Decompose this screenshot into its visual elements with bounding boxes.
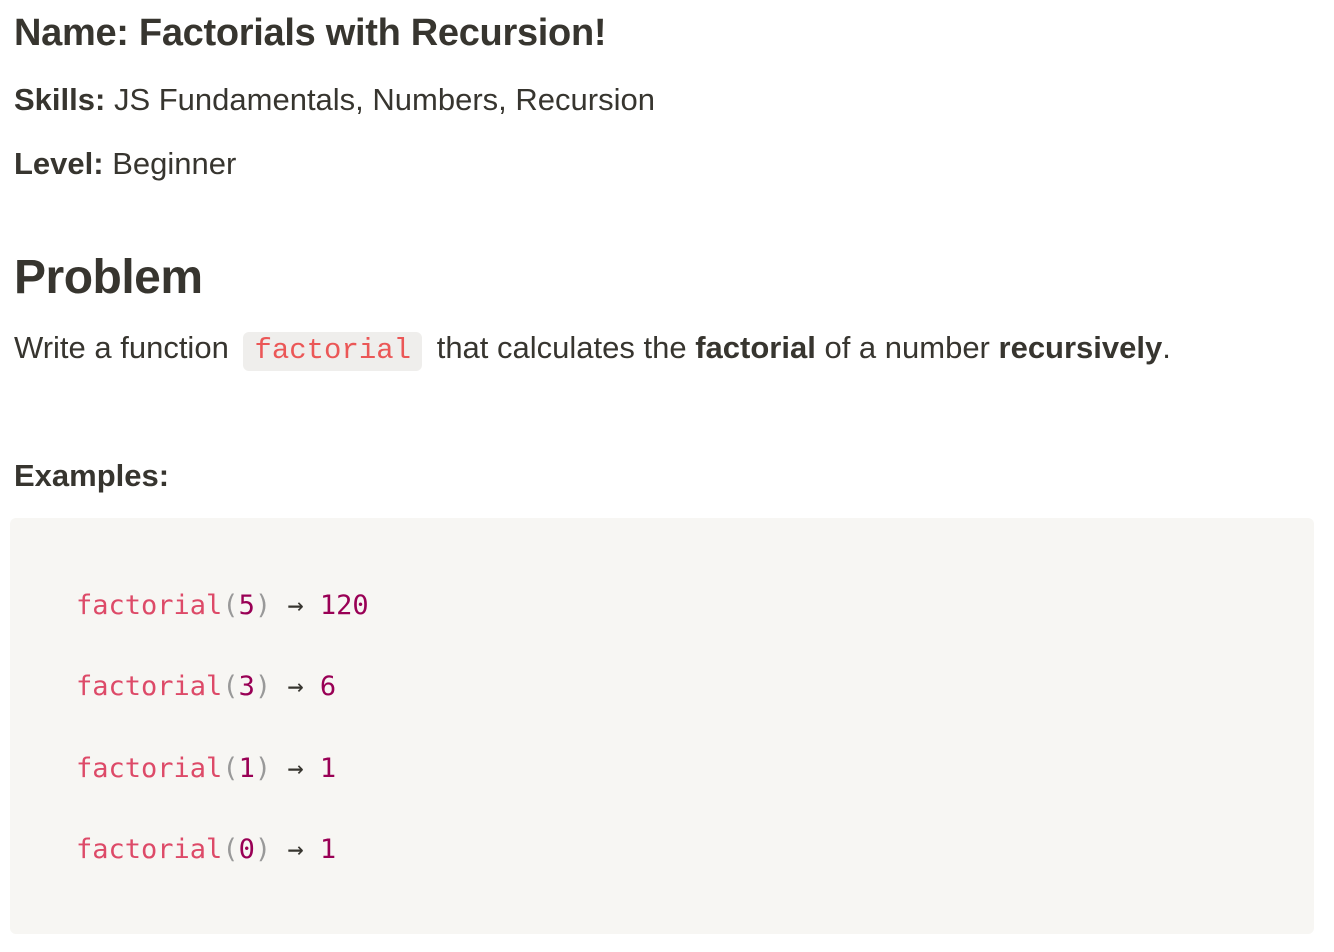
- name-value: Factorials with Recursion!: [138, 12, 607, 54]
- skills-line: Skills: JS Fundamentals, Numbers, Recurs…: [14, 82, 655, 118]
- inline-code-factorial: factorial: [243, 332, 423, 371]
- code-function: factorial: [76, 834, 223, 865]
- code-line: factorial(0) → 1: [76, 836, 336, 863]
- bold-term-factorial: factorial: [695, 330, 816, 365]
- problem-heading: Problem: [14, 251, 203, 304]
- level-line: Level: Beginner: [14, 146, 236, 182]
- code-close-paren: ): [254, 590, 272, 621]
- code-open-paren: (: [222, 834, 239, 865]
- code-result: 6: [319, 671, 337, 702]
- arrow-icon: →: [287, 834, 304, 865]
- arrow-icon: →: [287, 590, 304, 621]
- name-line: Name: Factorials with Recursion!: [14, 12, 607, 55]
- code-function: factorial: [76, 590, 223, 621]
- code-result: 1: [319, 753, 337, 784]
- code-argument: 1: [238, 753, 255, 784]
- arrow-icon: →: [287, 671, 304, 702]
- code-open-paren: (: [222, 671, 239, 702]
- code-argument: 5: [238, 590, 255, 621]
- problem-text-after-code: that calculates the: [436, 330, 687, 365]
- problem-text-end: .: [1162, 330, 1171, 365]
- code-result: 120: [319, 590, 369, 621]
- code-close-paren: ): [254, 753, 272, 784]
- level-label: Level:: [14, 146, 104, 181]
- problem-statement: Write a function factorial that calculat…: [14, 330, 1171, 371]
- code-argument: 0: [238, 834, 255, 865]
- code-close-paren: ): [254, 671, 272, 702]
- problem-text-before-code: Write a function: [14, 330, 229, 365]
- code-argument: 3: [238, 671, 255, 702]
- problem-text-middle: of a number: [824, 330, 990, 365]
- examples-heading: Examples:: [14, 458, 170, 493]
- name-label: Name:: [14, 12, 129, 54]
- code-line: factorial(5) → 120: [76, 592, 369, 619]
- page: Name: Factorials with Recursion! Skills:…: [0, 0, 1334, 952]
- code-open-paren: (: [222, 590, 239, 621]
- code-function: factorial: [76, 671, 223, 702]
- code-result: 1: [319, 834, 337, 865]
- skills-label: Skills:: [14, 82, 106, 117]
- code-line: factorial(1) → 1: [76, 755, 336, 782]
- bold-term-recursively: recursively: [998, 330, 1163, 365]
- skills-value: JS Fundamentals, Numbers, Recursion: [113, 82, 655, 117]
- level-value: Beginner: [112, 146, 237, 181]
- arrow-icon: →: [287, 753, 304, 784]
- code-open-paren: (: [222, 753, 239, 784]
- code-function: factorial: [76, 753, 223, 784]
- code-block: factorial(5) → 120 factorial(3) → 6 fact…: [10, 518, 1314, 934]
- code-close-paren: ): [254, 834, 272, 865]
- code-line: factorial(3) → 6: [76, 673, 336, 700]
